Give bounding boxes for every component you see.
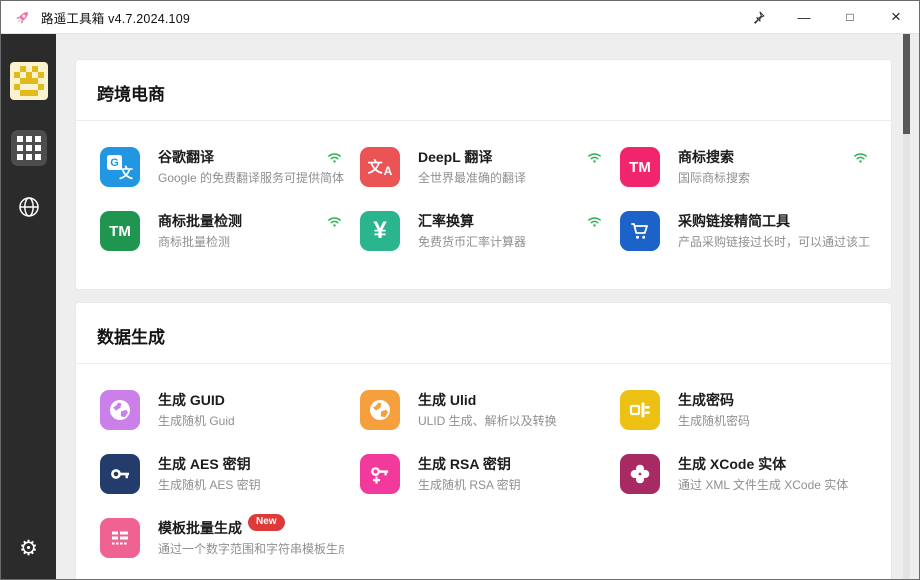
sidebar: ⚙ (1, 34, 56, 579)
section-title: 跨境电商 (76, 60, 891, 121)
wifi-icon (587, 150, 602, 165)
tool-title: 生成 XCode 实体 (678, 455, 786, 474)
trademark-batch-icon: TM (100, 211, 140, 251)
section-title: 数据生成 (76, 303, 891, 364)
globe-outline-icon (17, 195, 41, 219)
main-content: 跨境电商 G文 谷歌翻译 Google 的免费翻译服务可提供简体 (56, 34, 919, 579)
tool-title: 模板批量生成 (158, 519, 242, 538)
section-data-generation: 数据生成 生成 GUID 生成随机 Guid (75, 302, 892, 579)
tool-generate-xcode-entity[interactable]: 生成 XCode 实体 通过 XML 文件生成 XCode 实体 (620, 454, 883, 498)
tool-exchange-rate[interactable]: ¥ 汇率换算 免费货币汇率计算器 (360, 211, 620, 255)
tool-title: 生成 RSA 密钥 (418, 455, 511, 474)
tool-template-batch-generate[interactable]: 模板批量生成 New 通过一个数字范围和字符串模板生成 (100, 518, 360, 562)
pin-icon (751, 10, 766, 25)
tool-generate-guid[interactable]: 生成 GUID 生成随机 Guid (100, 390, 360, 434)
window-controls: — □ × (735, 1, 919, 33)
tool-title: 商标搜索 (678, 148, 734, 167)
globe-icon (360, 390, 400, 430)
sidebar-item-web[interactable] (11, 192, 47, 222)
tool-subtitle: 全世界最准确的翻译 (418, 170, 604, 187)
apps-grid-icon (17, 136, 41, 160)
tool-deepl-translate[interactable]: 文A DeepL 翻译 全世界最准确的翻译 (360, 147, 620, 191)
tool-title: 商标批量检测 (158, 212, 242, 231)
tool-subtitle: 生成随机密码 (678, 413, 867, 430)
tool-subtitle: 产品采购链接过长时，可以通过该工 (678, 234, 870, 251)
tool-generate-password[interactable]: 生成密码 生成随机密码 (620, 390, 883, 434)
sidebar-item-settings[interactable]: ⚙ (19, 538, 38, 559)
titlebar: 路遥工具箱 v4.7.2024.109 — □ × (1, 1, 919, 34)
wifi-icon (587, 214, 602, 229)
scrollbar-thumb[interactable] (903, 34, 910, 134)
app-window: 路遥工具箱 v4.7.2024.109 — □ × (0, 0, 920, 580)
key-icon (100, 454, 140, 494)
template-list-icon (100, 518, 140, 558)
tool-subtitle: 国际商标搜索 (678, 170, 870, 187)
tool-subtitle: 商标批量检测 (158, 234, 344, 251)
wifi-icon (327, 214, 342, 229)
tool-title: 生成密码 (678, 391, 734, 410)
tool-title: 生成 AES 密钥 (158, 455, 251, 474)
tool-grid: G文 谷歌翻译 Google 的免费翻译服务可提供简体 文A (76, 121, 891, 289)
tool-subtitle: 生成随机 Guid (158, 413, 344, 430)
tool-subtitle: Google 的免费翻译服务可提供简体 (158, 170, 344, 187)
tool-generate-aes-key[interactable]: 生成 AES 密钥 生成随机 AES 密钥 (100, 454, 360, 498)
tool-subtitle: 通过一个数字范围和字符串模板生成 (158, 541, 344, 558)
maximize-button[interactable]: □ (827, 1, 873, 33)
tool-trademark-batch-check[interactable]: TM 商标批量检测 商标批量检测 (100, 211, 360, 255)
rocket-app-icon (14, 9, 31, 26)
wifi-icon (853, 150, 868, 165)
tool-generate-rsa-key[interactable]: 生成 RSA 密钥 生成随机 RSA 密钥 (360, 454, 620, 498)
wifi-icon (327, 150, 342, 165)
tool-trademark-search[interactable]: TM 商标搜索 国际商标搜索 (620, 147, 886, 191)
tool-subtitle: 生成随机 AES 密钥 (158, 477, 344, 494)
tool-google-translate[interactable]: G文 谷歌翻译 Google 的免费翻译服务可提供简体 (100, 147, 360, 191)
currency-yen-icon: ¥ (360, 211, 400, 251)
minimize-button[interactable]: — (781, 1, 827, 33)
pin-button[interactable] (735, 1, 781, 33)
deepl-translate-icon: 文A (360, 147, 400, 187)
tool-purchase-link-shortener[interactable]: 采购链接精简工具 产品采购链接过长时，可以通过该工 (620, 211, 886, 255)
cart-icon (620, 211, 660, 251)
tool-subtitle: 免费货币汇率计算器 (418, 234, 604, 251)
tool-title: 生成 GUID (158, 391, 225, 410)
tool-subtitle: 生成随机 RSA 密钥 (418, 477, 604, 494)
tool-subtitle: 通过 XML 文件生成 XCode 实体 (678, 477, 867, 494)
sidebar-logo[interactable] (10, 62, 48, 100)
password-icon (620, 390, 660, 430)
tool-title: 生成 Ulid (418, 391, 476, 410)
tool-title: 谷歌翻译 (158, 148, 214, 167)
scrollbar-track[interactable] (903, 34, 910, 579)
trademark-icon: TM (620, 147, 660, 187)
globe-icon (100, 390, 140, 430)
key-plus-icon (360, 454, 400, 494)
app-logo-icon (13, 65, 45, 97)
tool-grid: 生成 GUID 生成随机 Guid 生成 Ulid ULID 生成、解析以及转换 (76, 364, 891, 579)
tool-subtitle: ULID 生成、解析以及转换 (418, 413, 604, 430)
tool-title: 汇率换算 (418, 212, 474, 231)
clover-icon (620, 454, 660, 494)
tool-title: 采购链接精简工具 (678, 212, 790, 231)
sidebar-item-apps[interactable] (11, 130, 47, 166)
tool-generate-ulid[interactable]: 生成 Ulid ULID 生成、解析以及转换 (360, 390, 620, 434)
section-cross-border-ecommerce: 跨境电商 G文 谷歌翻译 Google 的免费翻译服务可提供简体 (75, 59, 892, 290)
new-badge: New (248, 514, 285, 531)
window-title: 路遥工具箱 v4.7.2024.109 (41, 8, 190, 27)
tool-title: DeepL 翻译 (418, 148, 492, 167)
gear-icon: ⚙ (19, 536, 38, 560)
close-button[interactable]: × (873, 1, 919, 33)
google-translate-icon: G文 (100, 147, 140, 187)
